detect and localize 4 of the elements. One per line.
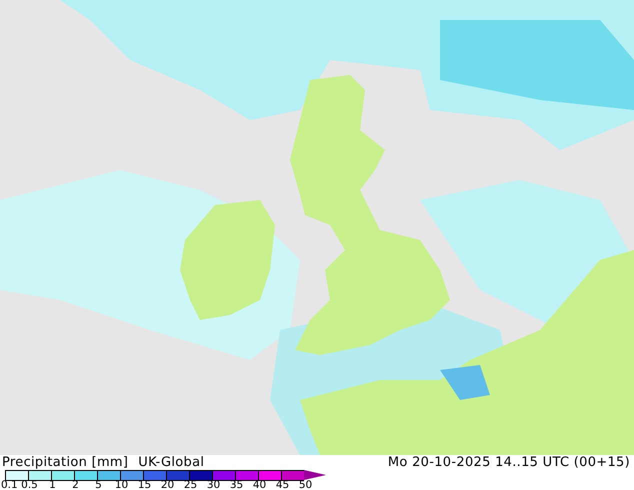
legend-label: 0.1 [1, 480, 18, 490]
model-name: UK-Global [138, 455, 204, 470]
valid-time: Mo 20-10-2025 14..15 UTC (00+15) [388, 455, 630, 470]
chart-title: Precipitation [mm] [2, 455, 128, 470]
